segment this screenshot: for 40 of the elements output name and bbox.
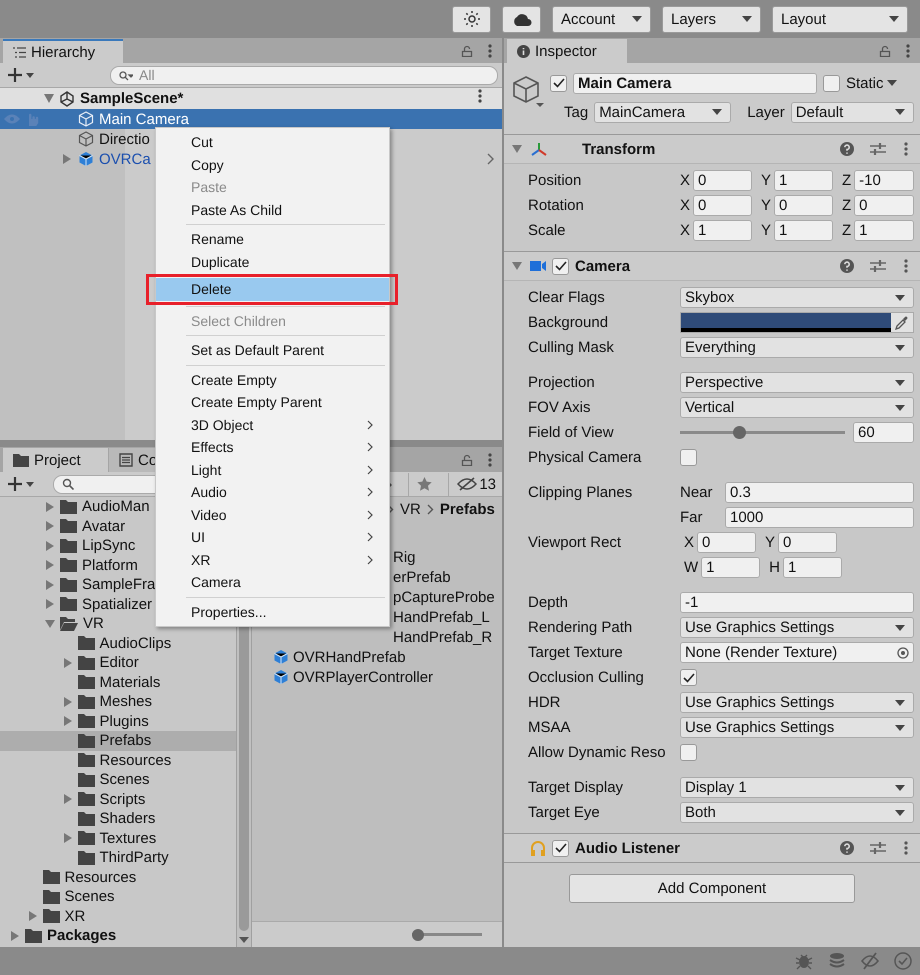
property-label: Field of View [528,424,615,441]
field-label: Far [680,509,704,526]
field-label: Near [680,484,714,501]
field-label: Z [842,172,852,189]
field-label: Z [842,197,852,214]
property-label: FOV Axis [528,399,592,416]
property-label: Culling Mask [528,339,615,356]
property-label: Background [528,314,610,331]
property-label: Target Display [528,779,624,796]
field-label: X [680,222,690,239]
property-label: Scale [528,222,567,239]
menu-item: Select Children [190,312,287,331]
property-label: Allow Dynamic Reso [528,744,667,761]
field-label: X [684,534,694,551]
property-label: Occlusion Culling [528,669,645,686]
field-label: Layer [747,104,785,120]
property-label: Clear Flags [528,289,606,306]
field-label: X [680,197,690,214]
property-label: Physical Camera [528,449,642,466]
field-label: H [769,559,780,576]
property-label: Projection [528,374,596,391]
field-label: W [684,559,698,576]
field-label: Y [761,222,772,239]
property-label: Depth [528,594,570,611]
field-label: X [680,172,690,189]
menu-item: Paste [190,178,228,198]
field-label: Y [761,197,772,214]
property-label: Viewport Rect [528,534,622,551]
property-label: Target Eye [528,804,601,821]
property-label: Rotation [528,197,585,214]
field-label: Y [765,534,776,551]
field-label: Tag [564,104,588,120]
property-label: Clipping Planes [528,484,634,501]
property-label: Target Texture [528,644,624,661]
field-label: Z [842,222,852,239]
property-label: HDR [528,694,562,711]
property-label: Rendering Path [528,619,634,636]
field-label: Y [761,172,772,189]
property-label: Position [528,172,582,189]
property-label: MSAA [528,719,572,736]
